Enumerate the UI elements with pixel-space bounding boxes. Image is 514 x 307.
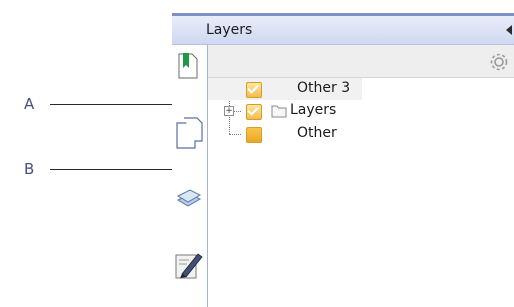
- pen-signature-icon: [175, 253, 203, 279]
- layer-label: Other 3: [297, 80, 351, 96]
- expand-plus-icon[interactable]: +: [224, 106, 234, 116]
- tree-row-other-3[interactable]: Other 3: [208, 78, 362, 100]
- layer-label: Other: [297, 125, 337, 141]
- panel-header: Layers: [172, 16, 514, 45]
- layers-icon: [176, 189, 202, 207]
- panel-title: Layers: [206, 22, 253, 38]
- folder-icon: [271, 105, 287, 118]
- visibility-checkbox-unchecked[interactable]: [246, 127, 262, 143]
- nav-layers-button[interactable]: [172, 188, 207, 216]
- tree-row-layers-group[interactable]: + Layers: [208, 100, 362, 122]
- pages-icon: [176, 117, 203, 149]
- visibility-checkbox-checked[interactable]: [246, 104, 262, 120]
- layers-toolbar: [208, 45, 514, 78]
- visibility-checkbox-checked[interactable]: [246, 82, 262, 98]
- nav-pages-button[interactable]: [172, 117, 207, 153]
- nav-signatures-button[interactable]: [172, 250, 207, 286]
- bookmark-page-icon: [178, 53, 198, 79]
- collapse-panel-icon[interactable]: [506, 25, 512, 35]
- gear-icon[interactable]: [488, 51, 510, 73]
- layer-label: Layers: [290, 102, 337, 118]
- nav-bookmarks-button[interactable]: [172, 53, 207, 87]
- layers-panel: Layers Other 3 + Layers Other: [172, 13, 514, 307]
- callout-a-label: A: [24, 95, 35, 113]
- layers-tree: Other 3 + Layers Other: [208, 78, 514, 307]
- navigation-pane: [172, 45, 208, 307]
- callout-b-label: B: [24, 160, 35, 178]
- tree-row-other[interactable]: Other: [208, 123, 362, 145]
